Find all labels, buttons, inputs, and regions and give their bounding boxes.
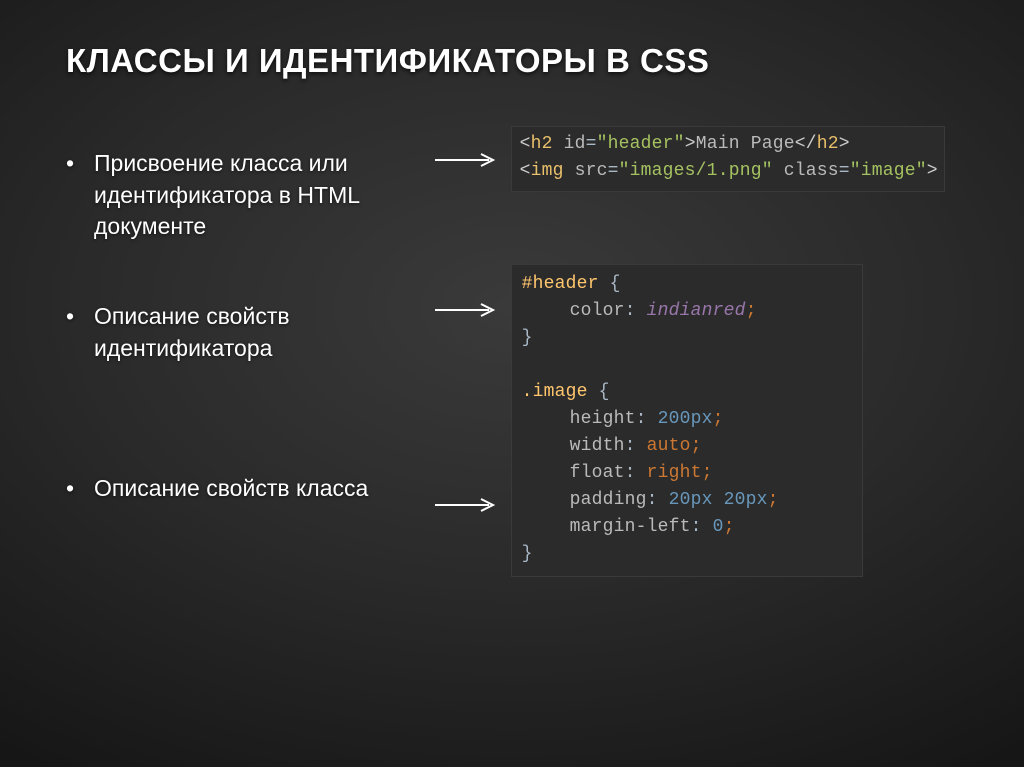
left-column: Присвоение класса или идентификатора в H…: [62, 148, 449, 562]
right-column: <h2 id="header">Main Page</h2> <img src=…: [459, 148, 974, 562]
arrow-icon: [435, 153, 501, 157]
bullet-list: Присвоение класса или идентификатора в H…: [66, 148, 449, 504]
bullet-item-1: Присвоение класса или идентификатора в H…: [66, 148, 449, 243]
arrow-icon: [435, 498, 501, 502]
css-code-block: #header { color: indianred; } .image { h…: [511, 264, 863, 577]
bullet-item-2: Описание свойств идентификатора: [66, 301, 449, 364]
bullet-item-3: Описание свойств класса: [66, 473, 449, 505]
html-code-block: <h2 id="header">Main Page</h2> <img src=…: [511, 126, 945, 192]
arrow-icon: [435, 303, 501, 307]
slide: КЛАССЫ И ИДЕНТИФИКАТОРЫ В CSS Присвоение…: [0, 0, 1024, 767]
slide-title: КЛАССЫ И ИДЕНТИФИКАТОРЫ В CSS: [66, 42, 974, 80]
content-row: Присвоение класса или идентификатора в H…: [62, 148, 974, 562]
